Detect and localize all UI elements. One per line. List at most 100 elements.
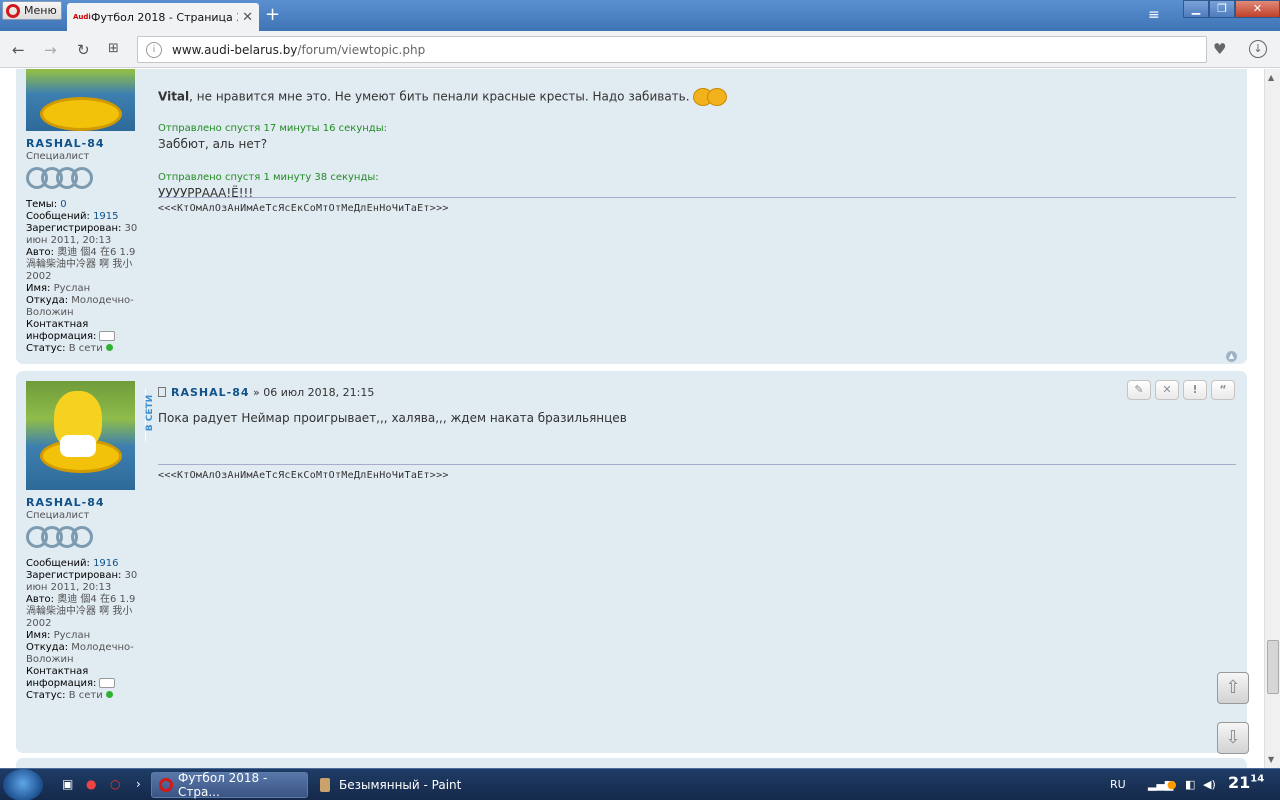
signature-divider <box>158 464 1236 465</box>
address-bar: ← → ↻ ⊞ i www.audi-belarus.by /forum/vie… <box>0 31 1280 68</box>
messages-value[interactable]: 1916 <box>93 558 118 569</box>
back-to-top-icon[interactable]: ▲ <box>1226 351 1237 362</box>
signature-divider <box>158 197 1236 198</box>
from-label: Откуда: <box>26 642 69 653</box>
scroll-up-arrow-icon[interactable]: ▲ <box>1268 73 1274 82</box>
online-dot-icon <box>105 344 113 351</box>
browser-menu-label: Меню <box>24 4 57 17</box>
post-info: RASHAL-84 » 06 июл 2018, 21:15 <box>158 386 627 399</box>
audi-rings-icon <box>26 167 148 189</box>
start-button[interactable] <box>3 769 43 800</box>
online-flag: В СЕТИ <box>145 389 157 441</box>
windows-taskbar: ▣ ● ○ › Футбол 2018 - Стра... Безымянный… <box>0 768 1280 800</box>
topics-label: Темы: <box>26 199 58 210</box>
merged-note-1: Отправлено спустя 17 минуты 16 секунды: <box>158 123 387 134</box>
clock-hour: 21 <box>1228 773 1251 792</box>
post-icon[interactable] <box>158 387 166 397</box>
taskbar-item-label: Футбол 2018 - Стра... <box>178 771 268 799</box>
speed-dial-icon[interactable]: ⊞ <box>108 41 119 56</box>
author-name[interactable]: RASHAL-84 <box>26 497 148 509</box>
registered-label: Зарегистрирован: <box>26 570 122 581</box>
browser-menu-button[interactable]: Меню <box>2 1 62 20</box>
contact-icon[interactable] <box>99 678 116 688</box>
browser-tab-active[interactable]: Audi Футбол 2018 - Страница 3 - ✕ <box>67 3 259 31</box>
user-rank: Специалист <box>26 510 90 521</box>
tray-app-icon[interactable]: ● <box>1167 778 1177 791</box>
name-label: Имя: <box>26 630 51 641</box>
post-buttons: ✎ ✕ ! “ <box>1127 380 1235 400</box>
opera-logo-icon <box>6 3 20 18</box>
clock-minute: 14 <box>1250 773 1265 785</box>
taskbar-item-browser[interactable]: Футбол 2018 - Стра... <box>151 771 308 799</box>
close-window-button[interactable]: ✕ <box>1235 0 1280 18</box>
messages-label: Сообщений: <box>26 558 90 569</box>
bookmark-heart-icon[interactable]: ♥ <box>1213 40 1226 58</box>
merged-note-2: Отправлено спустя 1 минуту 38 секунды: <box>158 172 379 183</box>
quote-button[interactable]: “ <box>1211 380 1235 400</box>
forward-icon[interactable]: → <box>44 41 57 59</box>
quicklaunch-icon-1[interactable]: ▣ <box>62 777 73 791</box>
name-label: Имя: <box>26 283 51 294</box>
tab-menu-icon[interactable]: ≡ <box>1148 7 1160 23</box>
page-scrollbar[interactable]: ▲ ▼ <box>1264 69 1280 768</box>
status-value: В сети <box>68 343 103 354</box>
contact-icon[interactable] <box>99 331 116 341</box>
minimize-button[interactable]: ▁ <box>1183 0 1209 18</box>
smiley-icon-2 <box>706 88 727 106</box>
post-profile: В СЕТИ RASHAL-84 Специалист Сообщений: 1… <box>26 381 157 702</box>
url-path: /forum/viewtopic.php <box>297 42 426 57</box>
scroll-down-button[interactable]: ⇩ <box>1217 722 1249 754</box>
post-body: Пока радует Неймар проигрывает,,, халява… <box>158 411 627 425</box>
taskbar-item-label: Безымянный - Paint <box>339 778 462 792</box>
mention-name: Vital <box>158 89 190 104</box>
clock[interactable]: 2114 <box>1228 773 1264 792</box>
taskbar-item-paint[interactable]: Безымянный - Paint <box>312 772 469 798</box>
messages-label: Сообщений: <box>26 211 90 222</box>
avatar[interactable] <box>26 381 135 490</box>
volume-icon[interactable]: ◀) <box>1203 778 1216 791</box>
audi-favicon-icon: Audi <box>73 13 91 21</box>
car-label: Авто: <box>26 247 55 258</box>
report-button[interactable]: ! <box>1183 380 1207 400</box>
author-name[interactable]: RASHAL-84 <box>26 138 148 150</box>
name-value: Руслан <box>53 630 91 641</box>
status-label: Статус: <box>26 343 66 354</box>
quicklaunch-opera-icon[interactable]: ○ <box>110 777 120 791</box>
scrollbar-thumb[interactable] <box>1267 640 1279 694</box>
post-profile: RASHAL-84 Специалист Темы: 0 Сообщений: … <box>26 69 148 355</box>
back-icon[interactable]: ← <box>12 41 25 59</box>
forum-post: RASHAL-84 Специалист Темы: 0 Сообщений: … <box>16 69 1247 364</box>
site-info-icon[interactable]: i <box>146 41 162 58</box>
avatar[interactable] <box>26 69 135 131</box>
post-line-1: , не нравится мне это. Не умеют бить пен… <box>189 89 690 104</box>
post-line-2: Заббют, аль нет? <box>158 137 268 151</box>
post-author[interactable]: RASHAL-84 <box>171 386 250 399</box>
language-indicator[interactable]: RU <box>1110 778 1126 791</box>
tray-app-icon-2[interactable]: ◧ <box>1185 778 1195 791</box>
from-label: Откуда: <box>26 295 69 306</box>
post-date: » 06 июл 2018, 21:15 <box>253 386 375 399</box>
messages-value[interactable]: 1915 <box>93 211 118 222</box>
forum-post-next <box>16 758 1247 768</box>
page-viewport: RASHAL-84 Специалист Темы: 0 Сообщений: … <box>0 69 1264 768</box>
quicklaunch-more-icon[interactable]: › <box>136 777 141 791</box>
contact-label: Контактная информация: <box>26 319 97 342</box>
close-tab-icon[interactable]: ✕ <box>242 10 253 25</box>
signature: <<<КтОмАлОзАнИмАеТсЯсЕкСоМтОтМеДлЕнНоЧиТ… <box>158 470 449 481</box>
new-tab-button[interactable]: + <box>265 6 280 24</box>
scroll-up-button[interactable]: ⇧ <box>1217 672 1249 704</box>
edit-button[interactable]: ✎ <box>1127 380 1151 400</box>
contact-label: Контактная информация: <box>26 666 97 689</box>
quicklaunch-icon-2[interactable]: ● <box>86 777 96 791</box>
delete-button[interactable]: ✕ <box>1155 380 1179 400</box>
tab-title: Футбол 2018 - Страница 3 - <box>91 10 239 24</box>
scroll-down-arrow-icon[interactable]: ▼ <box>1268 755 1274 764</box>
opera-icon <box>159 778 173 792</box>
reload-icon[interactable]: ↻ <box>77 41 90 59</box>
topics-value[interactable]: 0 <box>60 199 66 210</box>
signature: <<<КтОмАлОзАнИмАеТсЯсЕкСоМтОтМеДлЕнНоЧиТ… <box>158 203 449 214</box>
url-input[interactable]: i www.audi-belarus.by /forum/viewtopic.p… <box>137 36 1207 63</box>
name-value: Руслан <box>53 283 91 294</box>
download-icon[interactable]: ↓ <box>1249 40 1267 58</box>
maximize-button[interactable]: ❐ <box>1209 0 1235 18</box>
